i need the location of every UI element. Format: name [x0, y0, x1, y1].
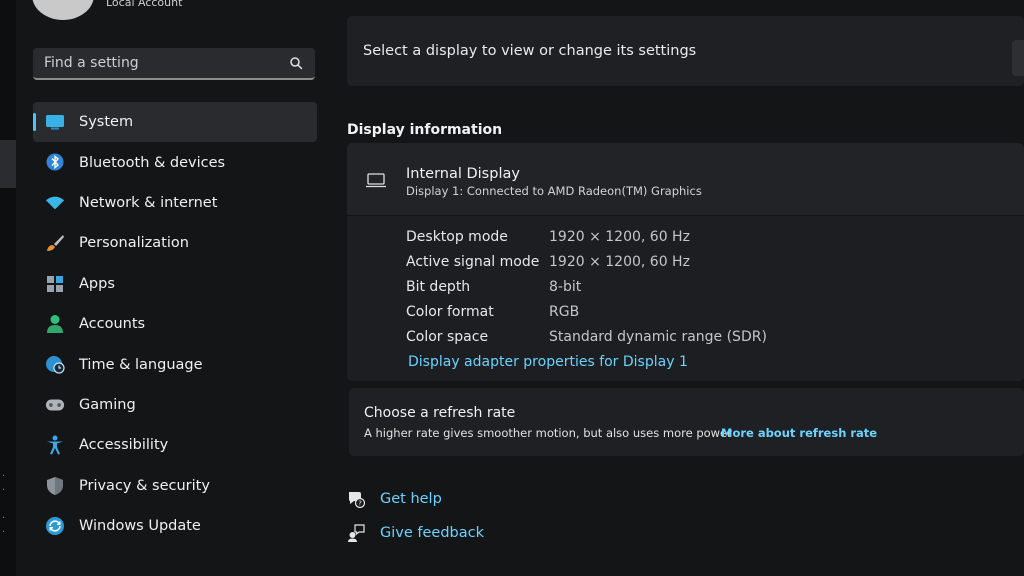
- sidebar-item-apps[interactable]: Apps: [33, 264, 317, 304]
- sidebar-item-label: Windows Update: [79, 518, 201, 535]
- person-icon: [45, 314, 65, 334]
- display-header[interactable]: Internal Display Display 1: Connected to…: [347, 143, 1024, 216]
- display-information-card: Internal Display Display 1: Connected to…: [347, 143, 1024, 381]
- info-label: Active signal mode: [406, 254, 540, 270]
- info-value: 1920 × 1200, 60 Hz: [549, 229, 690, 245]
- more-about-refresh-rate-link[interactable]: More about refresh rate: [721, 426, 877, 440]
- search-input[interactable]: [33, 48, 295, 78]
- info-value: RGB: [549, 304, 580, 320]
- info-label: Desktop mode: [406, 229, 508, 245]
- refresh-rate-title: Choose a refresh rate: [364, 405, 516, 421]
- sidebar-item-network[interactable]: Network & internet: [33, 183, 317, 223]
- sidebar-item-label: Accessibility: [79, 437, 169, 454]
- sidebar-item-time-language[interactable]: Time & language: [33, 344, 317, 384]
- info-label: Color space: [406, 329, 489, 345]
- monitor-icon: [45, 112, 65, 132]
- info-value: 8-bit: [549, 279, 582, 295]
- give-feedback-label: Give feedback: [380, 525, 484, 541]
- search-icon[interactable]: [289, 56, 303, 70]
- account-type: Local Account: [106, 0, 183, 9]
- sidebar-item-label: Time & language: [79, 356, 203, 373]
- sidebar-item-label: System: [79, 114, 134, 131]
- sidebar-item-label: Privacy & security: [79, 477, 210, 494]
- active-indicator: [33, 113, 36, 131]
- sidebar-item-accounts[interactable]: Accounts: [33, 304, 317, 344]
- bluetooth-icon: [45, 152, 65, 172]
- help-icon: ?: [349, 492, 365, 508]
- brush-icon: [45, 233, 65, 253]
- select-display-card[interactable]: Select a display to view or change its s…: [347, 16, 1024, 86]
- info-value: Standard dynamic range (SDR): [549, 329, 767, 345]
- refresh-rate-description: A higher rate gives smoother motion, but…: [364, 426, 732, 440]
- sidebar-item-bluetooth[interactable]: Bluetooth & devices: [33, 142, 317, 182]
- feedback-icon: [348, 524, 365, 542]
- sidebar-item-privacy[interactable]: Privacy & security: [33, 466, 317, 506]
- info-label: Bit depth: [406, 279, 471, 295]
- edge-marks: · · · ·: [2, 471, 6, 538]
- info-value: 1920 × 1200, 60 Hz: [549, 254, 690, 270]
- apps-icon: [45, 274, 65, 294]
- sidebar-item-label: Accounts: [79, 316, 146, 333]
- sidebar-item-label: Gaming: [79, 396, 136, 413]
- sidebar-item-label: Personalization: [79, 235, 189, 252]
- give-feedback-link[interactable]: Give feedback: [347, 522, 484, 544]
- gamepad-icon: [45, 395, 65, 415]
- left-edge-tab: [0, 140, 16, 188]
- search-box[interactable]: [33, 48, 315, 80]
- display-connection: Display 1: Connected to AMD Radeon(TM) G…: [406, 184, 702, 198]
- svg-text:?: ?: [358, 500, 362, 508]
- sidebar-item-label: Apps: [79, 275, 115, 292]
- adapter-properties-link[interactable]: Display adapter properties for Display 1: [408, 354, 688, 370]
- avatar[interactable]: [32, 0, 94, 20]
- sidebar-item-label: Network & internet: [79, 194, 218, 211]
- sidebar-item-accessibility[interactable]: Accessibility: [33, 425, 317, 465]
- laptop-icon: [366, 173, 386, 188]
- get-help-link[interactable]: ? Get help: [347, 488, 442, 510]
- sidebar-item-gaming[interactable]: Gaming: [33, 385, 317, 425]
- info-label: Color format: [406, 304, 494, 320]
- section-title: Display information: [347, 122, 503, 138]
- shield-icon: [45, 476, 65, 496]
- sidebar-item-system[interactable]: System: [33, 102, 317, 143]
- display-name: Internal Display: [406, 166, 520, 182]
- sidebar-nav: System Bluetooth & devices Network & int…: [33, 102, 317, 546]
- identify-button[interactable]: [1012, 40, 1024, 76]
- sidebar-item-personalization[interactable]: Personalization: [33, 223, 317, 263]
- select-display-text: Select a display to view or change its s…: [363, 43, 697, 59]
- globe-clock-icon: [45, 354, 65, 374]
- refresh-rate-card[interactable]: Choose a refresh rate A higher rate give…: [349, 388, 1024, 456]
- get-help-label: Get help: [380, 491, 442, 507]
- sidebar-item-label: Bluetooth & devices: [79, 154, 226, 171]
- accessibility-icon: [45, 435, 65, 455]
- update-icon: [45, 516, 65, 536]
- sidebar-item-windows-update[interactable]: Windows Update: [33, 506, 317, 546]
- wifi-icon: [45, 193, 65, 213]
